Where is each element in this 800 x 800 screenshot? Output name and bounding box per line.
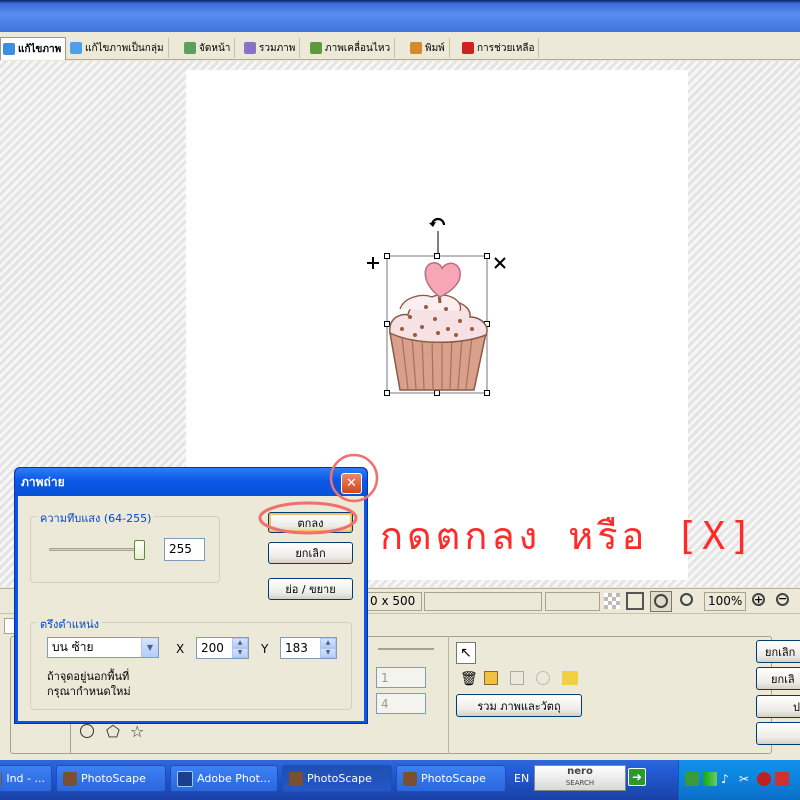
zoom-icon[interactable] bbox=[680, 593, 693, 606]
add-object-icon[interactable] bbox=[484, 671, 498, 685]
taskbar: ♪ ✂ Ind - ... PhotoScape Adobe Phot... Phot… bbox=[0, 760, 800, 800]
opacity-group-label: ความทึบแสง (64-255) bbox=[37, 509, 155, 527]
dialog-title: ภาพถ่าย bbox=[15, 468, 367, 496]
transparency-icon[interactable] bbox=[604, 593, 620, 609]
position-group-label: ตรึงตำแหน่ง bbox=[37, 615, 102, 633]
tab-2[interactable]: จัดหน้า bbox=[182, 38, 236, 58]
photoscape-icon bbox=[403, 771, 417, 786]
circle-shape-icon[interactable] bbox=[80, 724, 94, 738]
status-field bbox=[545, 592, 600, 611]
tab-label: รวมภาพ bbox=[259, 42, 296, 54]
y-label: Y bbox=[261, 642, 269, 656]
selected-object[interactable] bbox=[360, 205, 520, 405]
tool-icon[interactable]: ✂ bbox=[739, 772, 753, 786]
zoom-level[interactable]: 100% bbox=[704, 592, 746, 611]
x-input[interactable]: 200 ▲ ▼ bbox=[196, 637, 249, 659]
trash-icon[interactable]: 🗑 bbox=[460, 671, 478, 687]
cancel-button[interactable]: ยกเลิก bbox=[268, 542, 353, 564]
animation-icon bbox=[310, 42, 322, 54]
number-field[interactable]: 1 bbox=[376, 667, 426, 688]
duplicate-icon[interactable] bbox=[510, 671, 524, 685]
position-note: ถ้าจุดอยู่นอกพื้นที่ กรุณากำหนดใหม่ bbox=[47, 670, 131, 698]
x-label: X bbox=[176, 642, 185, 656]
security-icon[interactable] bbox=[757, 772, 771, 786]
photo-dialog: ภาพถ่าย ✕ ความทึบแสง (64-255) 255 ตกลง ย… bbox=[14, 467, 368, 724]
stop-icon[interactable] bbox=[775, 772, 789, 786]
text-style-icon[interactable] bbox=[562, 671, 578, 685]
taskbar-item[interactable]: Ind - ... bbox=[0, 765, 52, 792]
fit-screen-icon[interactable] bbox=[626, 592, 644, 610]
position-group: ตรึงตำแหน่ง บน ซ้าย ▼ X 200 ▲ ▼ Y 183 ▲ ▼ … bbox=[30, 615, 352, 710]
panel-button[interactable]: ป bbox=[756, 695, 800, 718]
pointer-tool-icon[interactable]: ↖ bbox=[456, 642, 476, 664]
help-icon bbox=[462, 42, 474, 54]
taskbar-item[interactable]: PhotoScape bbox=[56, 765, 166, 792]
tab-label: แก้ไขภาพเป็นกลุ่ม bbox=[85, 42, 164, 54]
tab-0[interactable]: แก้ไขภาพ bbox=[0, 37, 67, 60]
opacity-slider-track[interactable] bbox=[49, 548, 139, 551]
window-icon bbox=[1, 771, 3, 786]
print-icon bbox=[410, 42, 422, 54]
window-title-bar bbox=[0, 0, 800, 36]
tab-4[interactable]: ภาพเคลื่อนไหว bbox=[308, 38, 396, 58]
batch-edit-icon bbox=[70, 42, 82, 54]
tab-label: ภาพเคลื่อนไหว bbox=[325, 42, 391, 54]
nero-search-box[interactable]: nero SEARCH bbox=[534, 765, 626, 791]
tab-bar: แก้ไขภาพ แก้ไขภาพเป็นกลุ่ม จัดหน้า รวมภาพ ภา… bbox=[0, 36, 800, 60]
photoscape-icon bbox=[63, 771, 77, 786]
go-arrow-icon[interactable]: ➜ bbox=[628, 768, 646, 786]
cancel-button[interactable]: ยกเลิก bbox=[756, 640, 800, 663]
close-icon: ✕ bbox=[346, 476, 357, 491]
group-icon[interactable] bbox=[536, 671, 550, 685]
tab-6[interactable]: การช่วยเหลือ bbox=[460, 38, 540, 58]
opacity-slider-thumb[interactable] bbox=[134, 540, 145, 560]
photoshop-icon bbox=[177, 770, 193, 787]
system-tray: ♪ ✂ bbox=[678, 760, 800, 800]
pentagon-shape-icon[interactable]: ⬠ bbox=[106, 722, 120, 741]
tab-label: จัดหน้า bbox=[199, 42, 231, 54]
tab-label: แก้ไขภาพ bbox=[18, 43, 62, 55]
image-size-label: 0 x 500 bbox=[366, 592, 422, 611]
opacity-group: ความทึบแสง (64-255) 255 bbox=[30, 509, 220, 583]
anchor-select[interactable]: บน ซ้าย ▼ bbox=[47, 637, 159, 658]
annotation-text: กดตกลง หรือ [X] bbox=[380, 514, 756, 558]
photoscape-icon bbox=[289, 771, 303, 786]
photo-edit-icon bbox=[3, 43, 15, 55]
resize-button[interactable]: ย่อ / ขยาย bbox=[268, 578, 353, 600]
tab-label: พิมพ์ bbox=[425, 42, 445, 54]
star-shape-icon[interactable]: ☆ bbox=[130, 722, 144, 741]
status-field bbox=[424, 592, 542, 611]
y-input[interactable]: 183 ▲ ▼ bbox=[280, 637, 337, 659]
zoom-in-icon[interactable]: + bbox=[752, 593, 765, 606]
tab-5[interactable]: พิมพ์ bbox=[408, 38, 450, 58]
taskbar-item[interactable]: PhotoScape bbox=[396, 765, 506, 792]
volume-icon[interactable]: ♪ bbox=[721, 772, 735, 786]
opacity-input[interactable]: 255 bbox=[164, 538, 205, 561]
actual-size-icon[interactable] bbox=[650, 591, 672, 612]
tab-1[interactable]: แก้ไขภาพเป็นกลุ่ม bbox=[68, 38, 169, 58]
signal-icon[interactable] bbox=[703, 772, 717, 786]
cancel-all-button[interactable]: ยกเลิ bbox=[756, 667, 800, 690]
tab-label: การช่วยเหลือ bbox=[477, 42, 535, 54]
panel-button[interactable] bbox=[756, 722, 800, 745]
network-icon[interactable] bbox=[685, 772, 699, 786]
zoom-out-icon[interactable]: − bbox=[776, 593, 789, 606]
chevron-down-icon[interactable]: ▼ bbox=[141, 638, 158, 657]
delete-icon bbox=[494, 257, 506, 269]
ok-button[interactable]: ตกลง bbox=[268, 512, 353, 533]
y-spinner[interactable]: ▲ ▼ bbox=[320, 638, 336, 658]
number-field[interactable]: 4 bbox=[376, 693, 426, 714]
dialog-body: ความทึบแสง (64-255) 255 ตกลง ยกเลิก ย่อ … bbox=[18, 496, 364, 721]
cupcake-icon bbox=[389, 262, 488, 391]
x-spinner[interactable]: ▲ ▼ bbox=[232, 638, 248, 658]
taskbar-item[interactable]: PhotoScape bbox=[282, 765, 392, 792]
tab-3[interactable]: รวมภาพ bbox=[242, 38, 301, 58]
combine-photo-objects-button[interactable]: รวม ภาพและวัตถุ bbox=[456, 694, 582, 717]
page-layout-icon bbox=[184, 42, 196, 54]
language-indicator[interactable]: EN bbox=[514, 772, 529, 785]
combine-icon bbox=[244, 42, 256, 54]
taskbar-item[interactable]: Adobe Phot... bbox=[170, 765, 278, 792]
close-button[interactable]: ✕ bbox=[341, 473, 362, 494]
add-icon bbox=[367, 257, 379, 269]
